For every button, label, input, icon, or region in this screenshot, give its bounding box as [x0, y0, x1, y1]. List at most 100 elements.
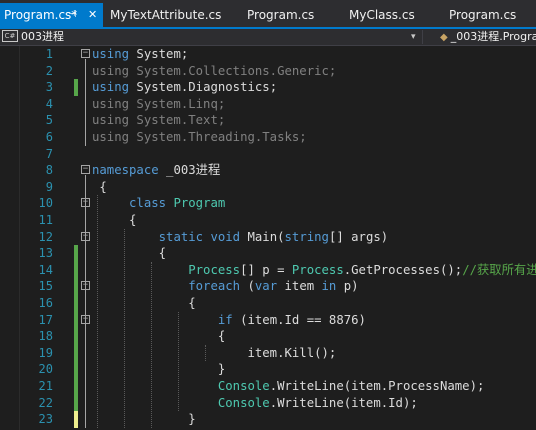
code-line[interactable]: 2 using System.Collections.Generic; [0, 63, 536, 80]
outline-bar [85, 175, 86, 428]
code-text: { [92, 245, 166, 262]
collapse-icon[interactable]: − [81, 165, 90, 175]
code-text: if (item.Id == 8876) [92, 312, 366, 329]
code-token: .WriteLine(item.Id); [269, 395, 418, 410]
code-line[interactable]: 20 } [0, 361, 536, 378]
code-text: { [92, 212, 136, 229]
indent-guide [205, 344, 206, 362]
class-dropdown[interactable]: ◆ _003进程.Progra [440, 29, 536, 45]
code-token: [] p = [240, 262, 292, 277]
tab-label: Program.cs [247, 8, 315, 22]
code-line[interactable]: 7 [0, 146, 536, 163]
code-line[interactable]: 8 − namespace _003进程 [0, 162, 536, 179]
saved-change-marker [74, 295, 78, 312]
code-text: { [92, 179, 107, 196]
tab-mytextattribute-cs[interactable]: MyTextAttribute.cs [110, 3, 221, 27]
code-token: using System.Threading.Tasks; [92, 130, 307, 144]
close-icon[interactable]: ✕ [88, 3, 97, 27]
saved-change-marker [74, 261, 78, 279]
code-line[interactable]: 3 using System.Diagnostics; [0, 79, 536, 96]
tab-program-cs-3[interactable]: Program.cs [449, 3, 516, 27]
code-text: } [92, 411, 195, 428]
class-cube-icon: ◆ [440, 32, 448, 43]
code-line[interactable]: 9 { [0, 179, 536, 196]
code-token: using [92, 47, 130, 61]
code-editor[interactable]: 1− using System; 2 using System.Collections… [0, 46, 536, 430]
tab-program-cs-active[interactable]: Program.cs* ⊣ ✕ [0, 3, 103, 27]
code-line[interactable]: 18 { [0, 328, 536, 345]
code-line[interactable]: 13 { [0, 245, 536, 262]
code-line[interactable]: 19 item.Kill(); [0, 344, 536, 362]
code-token: class [129, 196, 167, 211]
line-number: 6 [45, 130, 53, 144]
line-number: 7 [45, 146, 53, 161]
code-line[interactable]: 21 Console.WriteLine(item.ProcessName); [0, 378, 536, 395]
code-line[interactable]: 4 using System.Linq; [0, 96, 536, 113]
code-token: p) [336, 279, 359, 294]
line-number: 14 [38, 262, 53, 277]
line-number: 18 [38, 329, 53, 344]
saved-change-marker [74, 245, 78, 262]
saved-change-marker [74, 278, 78, 295]
code-text: foreach (var item in p) [92, 278, 359, 295]
code-token: Process [291, 262, 344, 277]
saved-change-marker [74, 328, 78, 345]
saved-change-marker [74, 79, 78, 96]
code-line[interactable]: 11 { [0, 212, 536, 229]
code-token: { [92, 179, 107, 194]
saved-change-marker [74, 378, 78, 395]
code-text: using System.Threading.Tasks; [92, 129, 307, 146]
saved-change-marker [74, 394, 78, 412]
code-text: using System.Diagnostics; [92, 79, 277, 96]
indent-guide [124, 228, 125, 428]
pin-icon[interactable]: ⊣ [68, 3, 77, 27]
outline-bar [85, 59, 86, 146]
tab-label: Program.cs [449, 8, 517, 22]
tab-label: Program.cs* [4, 8, 78, 22]
code-token: .WriteLine(item.ProcessName); [269, 379, 485, 393]
indent-guide [151, 261, 152, 428]
code-line[interactable]: 16 { [0, 295, 536, 312]
tab-label: MyClass.cs [349, 8, 415, 22]
unsaved-change-marker [74, 411, 78, 428]
code-line[interactable]: 23 } [0, 411, 536, 428]
code-token: foreach [188, 279, 241, 294]
collapse-icon[interactable]: − [81, 49, 90, 58]
tab-myclass-cs[interactable]: MyClass.cs [349, 3, 415, 27]
line-number: 1 [45, 47, 53, 61]
code-line[interactable]: 17− if (item.Id == 8876) [0, 311, 536, 329]
line-number: 13 [38, 246, 53, 261]
code-line[interactable]: 12− static void Main(string[] args) [0, 229, 536, 246]
code-text: } [92, 361, 225, 378]
code-line[interactable]: 6 using System.Threading.Tasks; [0, 129, 536, 146]
code-line[interactable]: 5 using System.Text; [0, 112, 536, 129]
csharp-project-icon: C# [2, 30, 18, 42]
code-token: static [158, 229, 204, 244]
navigation-bar: C# 003进程 ▾ ◆ _003进程.Progra [0, 29, 536, 46]
code-line[interactable]: 10− class Program [0, 195, 536, 212]
code-token: namespace [92, 163, 159, 178]
code-line[interactable]: 1 − using System; [0, 46, 536, 63]
nav-divider [422, 30, 423, 44]
line-number: 11 [38, 213, 53, 227]
tab-program-cs-2[interactable]: Program.cs [247, 3, 314, 27]
code-line[interactable]: 14 Process[] p = Process.GetProcesses();… [0, 261, 536, 279]
code-token: { [92, 329, 226, 344]
project-dropdown[interactable]: C# 003进程 [2, 29, 64, 45]
code-token: Console [217, 395, 270, 410]
code-line[interactable]: 15− foreach (var item in p) [0, 278, 536, 295]
code-token: if [217, 312, 233, 327]
line-number: 16 [38, 296, 53, 310]
code-line[interactable]: 22 Console.WriteLine(item.Id); [0, 394, 536, 412]
line-number: 21 [38, 379, 53, 393]
code-text: using System.Text; [92, 112, 225, 129]
line-number: 20 [38, 362, 53, 377]
line-number: 9 [45, 179, 53, 194]
indent-guide [178, 311, 179, 412]
saved-change-marker [74, 361, 78, 378]
code-token: in [321, 279, 337, 294]
chevron-down-icon[interactable]: ▾ [411, 29, 416, 45]
